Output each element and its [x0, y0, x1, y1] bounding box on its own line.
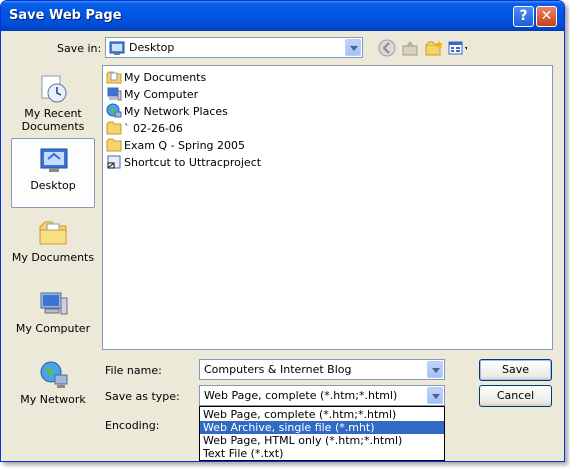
type-option[interactable]: Web Page, HTML only (*.htm;*.html) [200, 434, 444, 447]
save-as-type-dropdown-list[interactable]: Web Page, complete (*.htm;*.html) Web Ar… [199, 406, 445, 461]
place-my-computer[interactable]: My Computer [11, 282, 95, 352]
file-name-label: File name: [105, 364, 162, 377]
computer-icon [40, 292, 68, 315]
views-menu-icon[interactable] [447, 38, 467, 58]
desktop-icon [40, 148, 68, 172]
save-in-combobox[interactable]: Desktop [105, 37, 363, 58]
file-name: My Documents [124, 71, 207, 84]
type-option[interactable]: Web Page, complete (*.htm;*.html) [200, 408, 444, 421]
new-folder-icon[interactable] [424, 38, 444, 58]
window-title: Save Web Page [9, 8, 122, 23]
place-label: Desktop [30, 179, 76, 192]
file-name: ` 02-26-06 [124, 122, 183, 135]
back-icon[interactable] [377, 38, 397, 58]
save-button[interactable]: Save [479, 359, 552, 381]
save-as-type-combobox[interactable]: Web Page, complete (*.htm;*.html) [199, 385, 445, 406]
place-label: My Documents [11, 251, 95, 264]
encoding-label: Encoding: [105, 419, 160, 432]
up-folder-icon[interactable] [400, 38, 420, 58]
close-icon: ✕ [540, 8, 553, 24]
file-name: My Network Places [124, 105, 228, 118]
file-name: Exam Q - Spring 2005 [124, 139, 246, 152]
place-label: My Network [20, 393, 86, 406]
places-bar: My Recent Documents Desktop My Documents [11, 65, 96, 410]
shortcut-icon [107, 155, 121, 169]
place-my-network[interactable]: My Network [11, 353, 95, 423]
computer-icon [107, 87, 122, 101]
title-bar[interactable]: Save Web Page ? ✕ [1, 1, 564, 31]
save-as-type-label: Save as type: [105, 390, 180, 403]
network-globe-icon [40, 361, 68, 388]
file-list[interactable]: My Documents My Computer My Network Plac… [102, 65, 553, 350]
my-documents-icon [106, 71, 122, 84]
chevron-down-icon[interactable] [427, 387, 443, 404]
folder-icon [106, 121, 122, 135]
chevron-down-icon[interactable] [427, 361, 443, 378]
type-option[interactable]: Text File (*.txt) [200, 447, 444, 460]
help-icon: ? [519, 8, 528, 24]
save-in-value: Desktop [129, 41, 175, 54]
place-desktop[interactable]: Desktop [11, 138, 95, 208]
save-as-type-value: Web Page, complete (*.htm;*.html) [204, 389, 398, 402]
my-documents-icon [39, 221, 67, 245]
file-name: Shortcut to Uttracproject [124, 156, 262, 169]
cancel-button[interactable]: Cancel [479, 385, 552, 407]
recent-documents-icon [41, 75, 67, 103]
save-in-label: Save in: [57, 42, 102, 55]
type-option-selected[interactable]: Web Archive, single file (*.mht) [200, 421, 444, 434]
place-my-documents[interactable]: My Documents [11, 211, 95, 281]
desktop-icon [109, 41, 125, 55]
place-label: My Recent Documents [21, 107, 85, 133]
folder-icon [106, 138, 122, 152]
save-web-page-dialog: Save Web Page ? ✕ Save in: Desktop My Re… [0, 0, 565, 462]
file-name: My Computer [124, 88, 199, 101]
chevron-down-icon[interactable] [345, 39, 361, 56]
place-my-recent-documents[interactable]: My Recent Documents [11, 67, 95, 137]
file-name-value: Computers & Internet Blog [204, 363, 352, 376]
file-name-combobox[interactable]: Computers & Internet Blog [199, 359, 445, 380]
close-button[interactable]: ✕ [536, 6, 557, 27]
network-places-icon [106, 103, 122, 118]
help-button[interactable]: ? [513, 6, 534, 27]
place-label: My Computer [15, 322, 91, 335]
